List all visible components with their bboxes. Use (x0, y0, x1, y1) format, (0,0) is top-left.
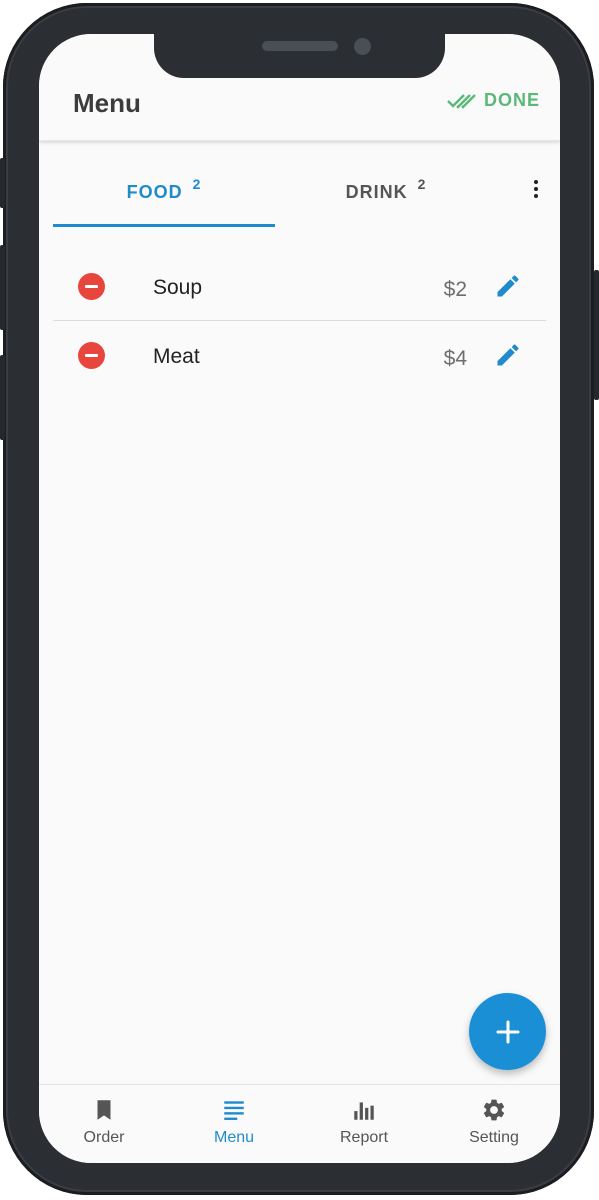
gear-icon (483, 1099, 505, 1121)
item-name: Meat (153, 345, 200, 368)
done-label: DONE (483, 90, 540, 110)
more-options-icon[interactable] (526, 177, 546, 201)
speaker-grille (262, 41, 338, 51)
remove-item-button[interactable] (78, 342, 105, 369)
edit-pencil-icon[interactable] (494, 272, 522, 300)
phone-notch (154, 32, 445, 78)
tab-drink[interactable]: DRINK 2 (275, 159, 497, 227)
nav-item-report[interactable]: Report (299, 1097, 429, 1147)
tab-drink-label: DRINK (345, 182, 408, 202)
side-button-left-1 (0, 158, 5, 208)
app-screen: Menu DONE FOOD 2 DRINK 2 Soup $2 Meat $4… (39, 34, 560, 1163)
nav-item-setting[interactable]: Setting (429, 1097, 559, 1147)
nav-label-menu: Menu (213, 1129, 255, 1146)
side-button-right (594, 270, 599, 400)
tab-food[interactable]: FOOD 2 (53, 159, 275, 227)
nav-item-order[interactable]: Order (39, 1097, 169, 1147)
item-price: $4 (443, 347, 467, 370)
nav-label-order: Order (83, 1129, 125, 1146)
nav-item-menu[interactable]: Menu (169, 1097, 299, 1147)
add-item-button[interactable] (469, 993, 546, 1070)
menu-lines-icon (224, 1101, 244, 1120)
bookmark-icon (97, 1100, 111, 1120)
remove-item-button[interactable] (78, 273, 105, 300)
side-button-left-2 (0, 245, 5, 330)
side-button-left-3 (0, 355, 5, 440)
plus-icon (496, 1020, 519, 1043)
tab-food-count: 2 (192, 176, 202, 192)
bottom-navigation: Order Menu Report Setting (39, 1084, 560, 1163)
page-title: Menu (73, 88, 141, 118)
category-tabs: FOOD 2 DRINK 2 (53, 159, 546, 227)
done-button[interactable]: DONE (446, 90, 540, 111)
nav-label-report: Report (339, 1129, 389, 1146)
item-name: Soup (153, 276, 203, 299)
front-camera (354, 38, 371, 55)
menu-item-list: Soup $2 Meat $4 (53, 252, 546, 389)
list-item: Soup $2 (53, 252, 546, 321)
nav-label-setting: Setting (469, 1129, 519, 1146)
item-price: $2 (443, 278, 467, 301)
double-check-icon (447, 93, 476, 109)
tab-food-label: FOOD (126, 182, 183, 202)
list-item: Meat $4 (53, 321, 546, 389)
bar-chart-icon (354, 1102, 374, 1120)
tab-drink-count: 2 (417, 176, 427, 192)
edit-pencil-icon[interactable] (494, 341, 522, 369)
